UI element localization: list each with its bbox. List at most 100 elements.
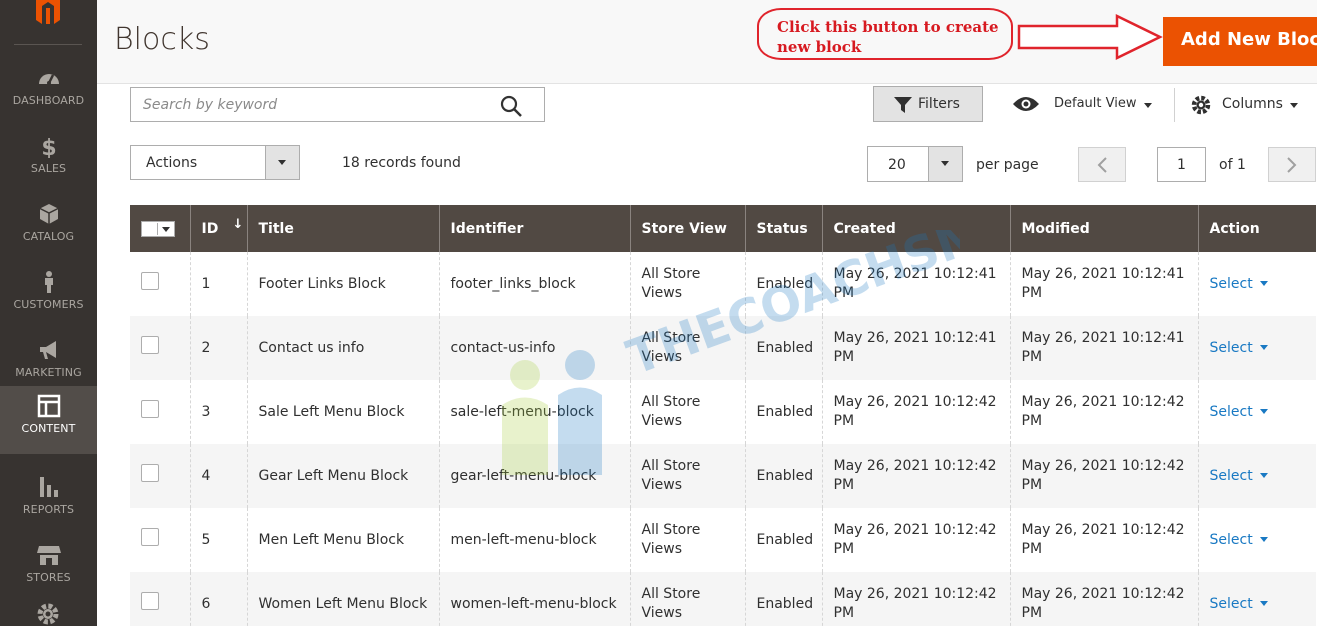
- chevron-down-icon: [1259, 600, 1268, 606]
- cell-created: May 26, 2021 10:12:42 PM: [822, 380, 1011, 444]
- cell-id: 5: [190, 508, 248, 572]
- cell-action: Select: [1198, 316, 1316, 380]
- row-checkbox[interactable]: [141, 464, 159, 482]
- cell-created: May 26, 2021 10:12:41 PM: [822, 252, 1011, 316]
- table-row[interactable]: 2 Contact us info contact-us-info All Store…: [130, 316, 1316, 380]
- cell-id: 2: [190, 316, 248, 380]
- page-number-input[interactable]: [1157, 147, 1206, 182]
- row-select-cell: [130, 252, 191, 316]
- gear-icon[interactable]: [36, 602, 60, 626]
- table-row[interactable]: 4 Gear Left Menu Block gear-left-menu-bloc…: [130, 444, 1316, 508]
- table-row[interactable]: 3 Sale Left Menu Block sale-left-menu-bloc…: [130, 380, 1316, 444]
- search-icon[interactable]: [499, 94, 523, 118]
- row-select-action[interactable]: Select: [1210, 276, 1268, 292]
- per-page-select[interactable]: 20: [867, 146, 963, 182]
- page-total: of 1: [1219, 157, 1246, 173]
- cell-action: Select: [1198, 444, 1316, 508]
- filters-button[interactable]: Filters: [873, 86, 983, 122]
- row-select-cell: [130, 508, 191, 572]
- table-row[interactable]: 1 Footer Links Block footer_links_block All…: [130, 252, 1316, 316]
- toolbar-divider: [1174, 88, 1175, 122]
- sidebar-item-label: MARKETING: [15, 366, 82, 379]
- row-select-action[interactable]: Select: [1210, 532, 1268, 548]
- chevron-down-icon: [1259, 344, 1268, 350]
- sidebar-item-stores[interactable]: STORES: [0, 535, 97, 603]
- admin-sidebar: DASHBOARD $ SALES CATALOG CUSTOMERS MARK…: [0, 0, 97, 626]
- row-select-action[interactable]: Select: [1210, 340, 1268, 356]
- cube-icon: [39, 204, 59, 224]
- cell-status: Enabled: [745, 508, 823, 572]
- row-checkbox[interactable]: [141, 592, 159, 610]
- row-select-cell: [130, 572, 191, 626]
- sidebar-item-content[interactable]: CONTENT: [0, 386, 97, 454]
- eye-icon: [1013, 97, 1039, 111]
- annotation-arrow-icon: [1017, 14, 1163, 60]
- per-page-toggle[interactable]: [928, 147, 962, 181]
- column-header-label: ID: [201, 220, 219, 237]
- table-row[interactable]: 5 Men Left Menu Block men-left-menu-block A…: [130, 508, 1316, 572]
- sidebar-item-reports[interactable]: REPORTS: [0, 467, 97, 535]
- actions-dropdown-toggle[interactable]: [265, 146, 299, 179]
- cell-identifier: men-left-menu-block: [439, 508, 631, 572]
- cell-store-view: All Store Views: [630, 316, 746, 380]
- previous-page-button[interactable]: [1078, 147, 1126, 182]
- person-icon: [45, 271, 53, 293]
- row-checkbox[interactable]: [141, 528, 159, 546]
- column-header-store-view[interactable]: Store View: [630, 205, 746, 252]
- column-header-title[interactable]: Title: [247, 205, 440, 252]
- column-header-modified[interactable]: Modified: [1010, 205, 1199, 252]
- sort-arrow-down-icon: ↓: [232, 217, 244, 232]
- add-new-block-button[interactable]: Add New Block: [1163, 17, 1317, 66]
- cell-store-view: All Store Views: [630, 444, 746, 508]
- cell-modified: May 26, 2021 10:12:41 PM: [1010, 316, 1199, 380]
- row-checkbox[interactable]: [141, 400, 159, 418]
- sidebar-item-sales[interactable]: $ SALES: [0, 126, 97, 194]
- cell-title: Men Left Menu Block: [247, 508, 440, 572]
- table-row[interactable]: 6 Women Left Menu Block women-left-menu-bl…: [130, 572, 1316, 626]
- cell-modified: May 26, 2021 10:12:42 PM: [1010, 572, 1199, 626]
- row-checkbox[interactable]: [141, 272, 159, 290]
- mass-select-checkbox[interactable]: [141, 220, 175, 237]
- column-header-created[interactable]: Created: [822, 205, 1011, 252]
- dashboard-icon: [39, 74, 59, 85]
- column-header-identifier[interactable]: Identifier: [439, 205, 631, 252]
- sidebar-item-label: CATALOG: [22, 230, 75, 243]
- actions-dropdown[interactable]: Actions: [130, 145, 300, 180]
- next-page-button[interactable]: [1268, 147, 1316, 182]
- select-link-label: Select: [1209, 531, 1253, 548]
- megaphone-icon: [40, 341, 56, 359]
- layout-icon: [37, 394, 61, 418]
- sidebar-item-customers[interactable]: CUSTOMERS: [0, 262, 97, 330]
- magento-logo-icon[interactable]: [28, 0, 68, 24]
- table-header-row: ID ↓ Title Identifier Store View Status C…: [130, 205, 1316, 252]
- cell-created: May 26, 2021 10:12:42 PM: [822, 572, 1011, 626]
- chevron-down-icon: [1259, 408, 1268, 414]
- column-header-id[interactable]: ID ↓: [190, 205, 248, 252]
- page-title: Blocks: [114, 22, 210, 57]
- table-body: 1 Footer Links Block footer_links_block All…: [130, 252, 1316, 626]
- columns-dropdown[interactable]: Columns: [1190, 87, 1310, 121]
- sidebar-item-catalog[interactable]: CATALOG: [0, 194, 97, 262]
- cell-status: Enabled: [745, 316, 823, 380]
- row-select-action[interactable]: Select: [1210, 596, 1268, 612]
- gear-icon: [1191, 95, 1211, 115]
- cell-title: Gear Left Menu Block: [247, 444, 440, 508]
- cell-store-view: All Store Views: [630, 252, 746, 316]
- cell-title: Women Left Menu Block: [247, 572, 440, 626]
- search-input[interactable]: [131, 88, 491, 121]
- svg-text:$: $: [41, 136, 56, 158]
- cell-action: Select: [1198, 380, 1316, 444]
- mass-select-header[interactable]: [130, 205, 191, 252]
- default-view-dropdown[interactable]: Default View: [1012, 87, 1162, 121]
- cell-identifier: women-left-menu-block: [439, 572, 631, 626]
- sidebar-item-label: REPORTS: [22, 503, 75, 516]
- row-select-action[interactable]: Select: [1210, 468, 1268, 484]
- cell-title: Contact us info: [247, 316, 440, 380]
- dollar-icon: $: [41, 136, 56, 158]
- cell-action: Select: [1198, 252, 1316, 316]
- row-checkbox[interactable]: [141, 336, 159, 354]
- sidebar-item-dashboard[interactable]: DASHBOARD: [0, 58, 97, 126]
- row-select-action[interactable]: Select: [1210, 404, 1268, 420]
- column-header-status[interactable]: Status: [745, 205, 823, 252]
- cell-status: Enabled: [745, 252, 823, 316]
